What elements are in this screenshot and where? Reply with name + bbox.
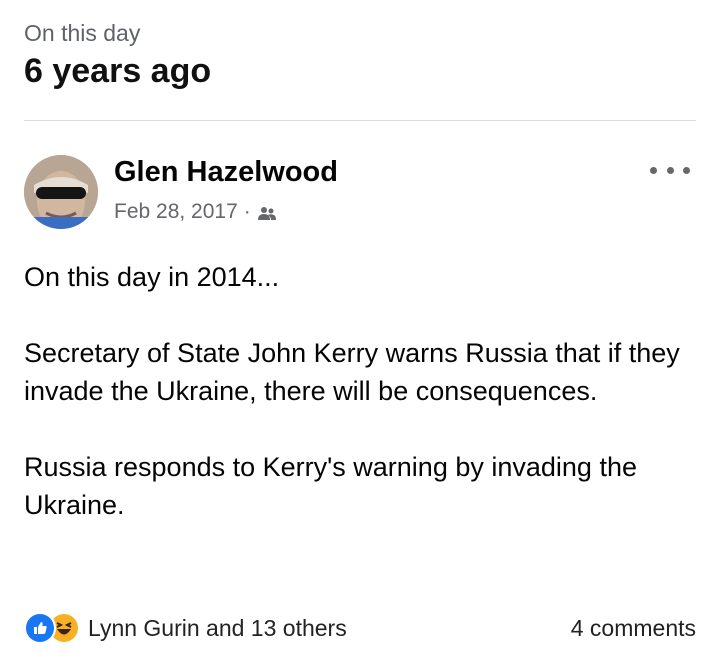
post-author[interactable]: Glen Hazelwood (114, 156, 338, 189)
meta-separator: · (243, 200, 251, 223)
comments-count[interactable]: 4 comments (571, 615, 696, 642)
more-dot-icon (650, 166, 657, 174)
divider (24, 120, 696, 121)
more-options-button[interactable] (650, 160, 690, 180)
more-dot-icon (666, 166, 674, 174)
post-meta: Feb 28, 2017 · (114, 200, 277, 224)
reactions-label: Lynn Gurin and 13 others (88, 614, 347, 641)
post-paragraph: Secretary of State John Kerry warns Russ… (24, 338, 680, 406)
post-footer: Lynn Gurin and 13 others 4 comments (24, 610, 696, 646)
post-paragraph: Russia responds to Kerry's warning by in… (24, 452, 637, 520)
reactions-summary[interactable]: Lynn Gurin and 13 others (24, 612, 347, 644)
post-body: On this day in 2014... Secretary of Stat… (24, 258, 704, 524)
post-date[interactable]: Feb 28, 2017 (114, 200, 238, 224)
avatar[interactable] (24, 155, 98, 229)
friends-icon[interactable] (257, 204, 277, 220)
like-icon (24, 612, 56, 644)
post-paragraph: On this day in 2014... (24, 262, 280, 292)
memories-eyebrow: On this day (24, 20, 141, 46)
more-dot-icon (683, 166, 690, 174)
memories-title: 6 years ago (24, 52, 212, 90)
